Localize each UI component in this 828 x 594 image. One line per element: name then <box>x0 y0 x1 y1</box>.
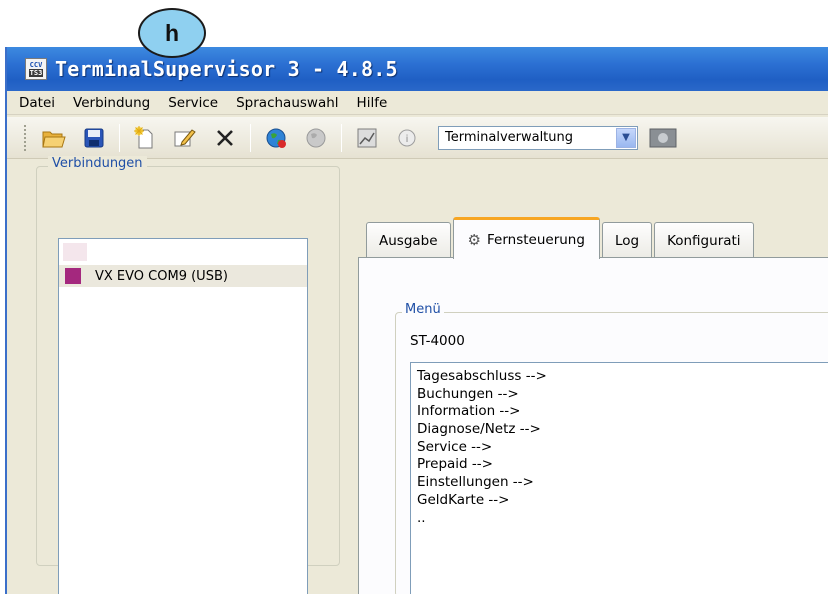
menu-entry-tagesabschluss[interactable]: Tagesabschluss --> <box>417 368 828 386</box>
tab-log[interactable]: Log <box>601 222 653 258</box>
connection-status-icon <box>65 268 81 284</box>
terminal-device-icon[interactable] <box>648 123 678 153</box>
save-icon[interactable] <box>79 123 109 153</box>
new-document-icon[interactable] <box>130 123 160 153</box>
tab-konfiguration[interactable]: Konfigurati <box>654 222 754 258</box>
menu-hilfe[interactable]: Hilfe <box>357 95 388 111</box>
svg-text:i: i <box>406 134 409 145</box>
edit-icon[interactable] <box>170 123 200 153</box>
app-icon: CCV TS3 <box>25 58 47 80</box>
connect-globe-icon[interactable] <box>261 123 291 153</box>
app-icon-bottom-text: TS3 <box>28 69 44 77</box>
connection-item-vx-evo[interactable]: VX EVO COM9 (USB) <box>59 265 307 287</box>
menu-entry-diagnose-netz[interactable]: Diagnose/Netz --> <box>417 421 828 439</box>
title-bar[interactable]: CCV TS3 TerminalSupervisor 3 - 4.8.5 <box>7 47 828 91</box>
menu-entry-geldkarte[interactable]: GeldKarte --> <box>417 492 828 510</box>
toolbar-grip[interactable] <box>23 123 27 152</box>
menu-entry-service[interactable]: Service --> <box>417 439 828 457</box>
list-placeholder <box>63 243 87 261</box>
chart-icon[interactable] <box>352 123 382 153</box>
toolbar-separator <box>341 123 342 152</box>
view-select-value: Terminalverwaltung <box>445 130 574 145</box>
tab-label: Ausgabe <box>379 232 438 249</box>
menu-entry-prepaid[interactable]: Prepaid --> <box>417 456 828 474</box>
connections-list[interactable]: VX EVO COM9 (USB) <box>58 238 308 594</box>
tab-ausgabe[interactable]: Ausgabe <box>366 222 451 258</box>
tab-label: Konfigurati <box>667 232 741 249</box>
toolbar: i Terminalverwaltung ▼ <box>7 117 828 159</box>
tab-label: Log <box>614 232 640 249</box>
menu-entry-buchungen[interactable]: Buchungen --> <box>417 386 828 404</box>
menu-legend: Menü <box>402 302 444 317</box>
tab-fernsteuerung[interactable]: ⚙ Fernsteuerung <box>452 217 600 259</box>
menu-sprachauswahl[interactable]: Sprachauswahl <box>236 95 338 111</box>
view-select[interactable]: Terminalverwaltung ▼ <box>438 125 638 150</box>
delete-icon[interactable] <box>210 123 240 153</box>
tab-label: Fernsteuerung <box>487 231 585 248</box>
terminal-menu-list[interactable]: Tagesabschluss --> Buchungen --> Informa… <box>410 362 828 594</box>
menu-entry-information[interactable]: Information --> <box>417 403 828 421</box>
app-icon-top-text: CCV <box>29 61 43 69</box>
tab-strip: Ausgabe ⚙ Fernsteuerung Log Konfigurati <box>366 216 756 259</box>
chevron-down-icon[interactable]: ▼ <box>616 127 636 148</box>
menu-service[interactable]: Service <box>168 95 218 111</box>
disconnect-globe-icon[interactable] <box>301 123 331 153</box>
connections-legend: Verbindungen <box>48 156 147 171</box>
menu-entry-einstellungen[interactable]: Einstellungen --> <box>417 474 828 492</box>
connection-label: VX EVO COM9 (USB) <box>95 268 228 284</box>
callout-marker: h <box>138 8 206 58</box>
window-title: TerminalSupervisor 3 - 4.8.5 <box>55 57 398 81</box>
open-folder-icon[interactable] <box>39 123 69 153</box>
menu-bar: Datei Verbindung Service Sprachauswahl H… <box>7 91 828 115</box>
remote-gears-icon: ⚙ <box>467 230 481 249</box>
terminal-id: ST-4000 <box>410 333 465 349</box>
toolbar-separator <box>250 123 251 152</box>
toolbar-separator <box>119 123 120 152</box>
menu-verbindung[interactable]: Verbindung <box>73 95 150 111</box>
info-icon[interactable]: i <box>392 123 422 153</box>
menu-datei[interactable]: Datei <box>19 95 55 111</box>
menu-entry-up[interactable]: .. <box>417 510 828 528</box>
